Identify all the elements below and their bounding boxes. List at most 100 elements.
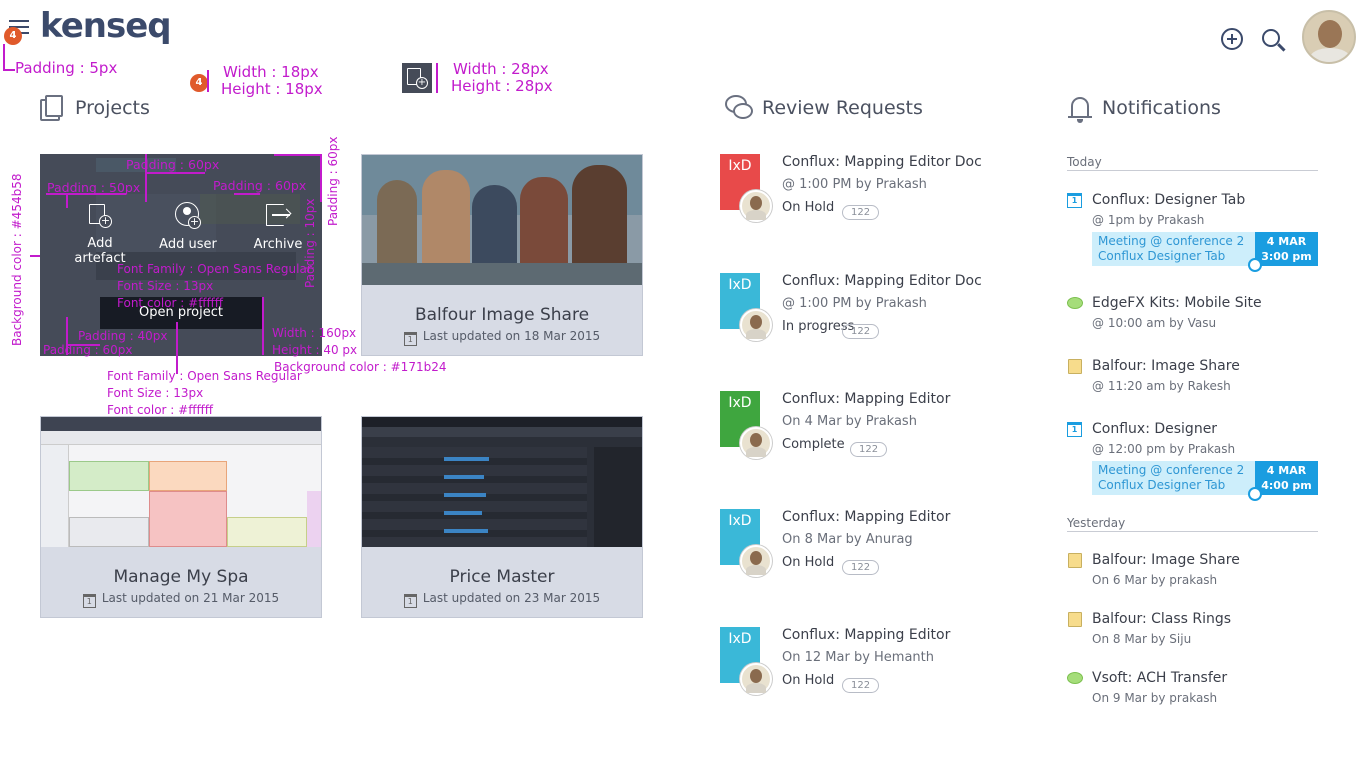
- notification-title: Balfour: Image Share: [1092, 552, 1240, 568]
- project-card-spa[interactable]: Manage My Spa 1 Last updated on 21 Mar 20…: [40, 416, 322, 618]
- review-title[interactable]: Conflux: Mapping Editor: [782, 391, 950, 407]
- notification-item[interactable]: 1 Conflux: Designer @ 12:00 pm by Prakash M…: [1067, 421, 1327, 501]
- notification-meta: On 8 Mar by Siju: [1092, 632, 1192, 646]
- search-icon[interactable]: [1262, 29, 1288, 55]
- notification-meta: @ 11:20 am by Rakesh: [1092, 379, 1231, 393]
- event-date-badge: 4 MAR 4:00 pm: [1255, 461, 1318, 495]
- review-meta: On 4 Mar by Prakash: [782, 414, 917, 429]
- notification-item[interactable]: 1 Conflux: Designer Tab @ 1pm by Prakash Me…: [1067, 192, 1327, 272]
- add-artefact-action[interactable]: + Add artefact: [60, 202, 140, 266]
- comment-count-bubble[interactable]: 122: [850, 442, 888, 457]
- notification-item[interactable]: Balfour: Image Share @ 11:20 am by Rakesh: [1067, 358, 1327, 398]
- comment-count-bubble[interactable]: 122: [842, 678, 880, 693]
- annotation-icon-height: Height : 28px: [451, 77, 553, 95]
- review-requests-title: Review Requests: [762, 97, 923, 119]
- annotation-pad40: Padding : 40px: [78, 329, 168, 343]
- calendar-icon: 1: [403, 332, 417, 346]
- project-updated: 1 Last updated on 18 Mar 2015: [362, 329, 642, 346]
- notification-item[interactable]: Balfour: Image Share On 6 Mar by prakash: [1067, 552, 1327, 592]
- reviewer-avatar: [740, 309, 772, 341]
- archive-icon: [264, 202, 292, 230]
- note-icon: [1068, 359, 1082, 374]
- reviewer-avatar: [740, 190, 772, 222]
- review-status: On Hold: [782, 200, 835, 215]
- add-icon[interactable]: [1221, 28, 1243, 50]
- project-card-balfour[interactable]: Balfour Image Share 1 Last updated on 18 …: [361, 154, 643, 356]
- notification-badge: 4: [4, 27, 22, 45]
- annotation-pad50: Padding : 50px: [47, 180, 141, 195]
- project-card-price-master[interactable]: Price Master 1 Last updated on 23 Mar 201…: [361, 416, 643, 618]
- event-card[interactable]: Meeting @ conference 2 Conflux Designer T…: [1092, 461, 1318, 501]
- review-status: Complete: [782, 437, 845, 452]
- calendar-icon: 1: [1067, 422, 1082, 437]
- annotation-font-family-2: Font Family : Open Sans Regular: [107, 369, 302, 383]
- clock-icon: [1248, 487, 1262, 501]
- note-icon: [1068, 553, 1082, 568]
- annotation-btn-width: Width : 160px: [272, 326, 357, 340]
- add-user-action[interactable]: + Add user: [148, 202, 228, 252]
- annotation-bg-color-card: Background color : #454b58: [10, 173, 24, 346]
- annotation-font-family-1: Font Family : Open Sans Regular: [117, 262, 312, 276]
- event-date-badge: 4 MAR 3:00 pm: [1255, 232, 1318, 266]
- notification-title: EdgeFX Kits: Mobile Site: [1092, 295, 1262, 311]
- notification-item[interactable]: Balfour: Class Rings On 8 Mar by Siju: [1067, 611, 1327, 651]
- review-request-item[interactable]: IxD Conflux: Mapping Editor Doc @ 1:00 PM …: [720, 154, 1020, 244]
- project-title: Price Master: [449, 567, 555, 587]
- clock-icon: [1248, 258, 1262, 272]
- review-request-item[interactable]: IxD Conflux: Mapping Editor On 8 Mar by An…: [720, 509, 1020, 599]
- add-user-label: Add user: [159, 237, 217, 252]
- add-user-icon: +: [174, 202, 202, 230]
- review-status: On Hold: [782, 673, 835, 688]
- review-title[interactable]: Conflux: Mapping Editor: [782, 509, 950, 525]
- notification-meta: @ 1pm by Prakash: [1092, 213, 1205, 227]
- project-thumbnail: [362, 155, 642, 285]
- reviewer-avatar: [740, 663, 772, 695]
- notification-meta: @ 10:00 am by Vasu: [1092, 316, 1217, 330]
- event-card[interactable]: Meeting @ conference 2 Conflux Designer T…: [1092, 232, 1318, 272]
- review-request-item[interactable]: IxD Conflux: Mapping Editor On 12 Mar by H…: [720, 627, 1020, 717]
- notification-title: Balfour: Class Rings: [1092, 611, 1232, 627]
- projects-title: Projects: [75, 97, 150, 119]
- annotation-pad60-bottom: Padding : 60px: [43, 343, 133, 357]
- notification-item[interactable]: Vsoft: ACH Transfer On 9 Mar by prakash: [1067, 670, 1327, 710]
- bell-icon: [1068, 95, 1094, 123]
- review-meta: @ 1:00 PM by Prakash: [782, 296, 927, 311]
- notification-item[interactable]: EdgeFX Kits: Mobile Site @ 10:00 am by Va…: [1067, 295, 1327, 335]
- review-request-item[interactable]: IxD Conflux: Mapping Editor On 4 Mar by Pr…: [720, 391, 1020, 481]
- review-meta: @ 1:00 PM by Prakash: [782, 177, 927, 192]
- review-meta: On 8 Mar by Anurag: [782, 532, 913, 547]
- comment-count-bubble[interactable]: 122: [842, 324, 880, 339]
- annotation-font-size-1: Font Size : 13px: [117, 279, 214, 293]
- notification-title: Conflux: Designer Tab: [1092, 192, 1246, 208]
- badge-sample: 4: [190, 74, 208, 92]
- annotation-pad60-mid: Padding : 60px: [213, 178, 307, 193]
- group-today: Today: [1067, 155, 1318, 171]
- reviewer-avatar: [740, 427, 772, 459]
- add-artefact-icon-sample: +: [402, 63, 432, 93]
- annotation-padding: Padding : 5px: [15, 59, 118, 77]
- brand-logo[interactable]: kenseq: [40, 6, 172, 46]
- reviewer-avatar: [740, 545, 772, 577]
- user-avatar[interactable]: [1302, 10, 1356, 64]
- review-title[interactable]: Conflux: Mapping Editor: [782, 627, 950, 643]
- notification-meta: On 6 Mar by prakash: [1092, 573, 1218, 587]
- calendar-icon: 1: [82, 594, 96, 608]
- project-updated: 1 Last updated on 23 Mar 2015: [362, 591, 642, 608]
- note-icon: [1068, 612, 1082, 627]
- project-updated: 1 Last updated on 21 Mar 2015: [41, 591, 321, 608]
- annotation-badge-height: Height : 18px: [221, 80, 323, 98]
- review-title[interactable]: Conflux: Mapping Editor Doc: [782, 154, 982, 170]
- notification-title: Balfour: Image Share: [1092, 358, 1240, 374]
- calendar-icon: 1: [403, 594, 417, 608]
- annotation-pad60-right: Padding : 60px: [326, 136, 340, 226]
- comment-count-bubble[interactable]: 122: [842, 560, 880, 575]
- review-status: On Hold: [782, 555, 835, 570]
- project-thumbnail: [362, 417, 642, 547]
- review-requests-icon: [725, 95, 753, 121]
- comment-count-bubble[interactable]: 122: [842, 205, 880, 220]
- project-title: Manage My Spa: [113, 567, 249, 587]
- review-request-item[interactable]: IxD Conflux: Mapping Editor Doc @ 1:00 PM …: [720, 273, 1020, 363]
- review-title[interactable]: Conflux: Mapping Editor Doc: [782, 273, 982, 289]
- notification-title: Vsoft: ACH Transfer: [1092, 670, 1228, 686]
- chat-icon: [1067, 672, 1083, 684]
